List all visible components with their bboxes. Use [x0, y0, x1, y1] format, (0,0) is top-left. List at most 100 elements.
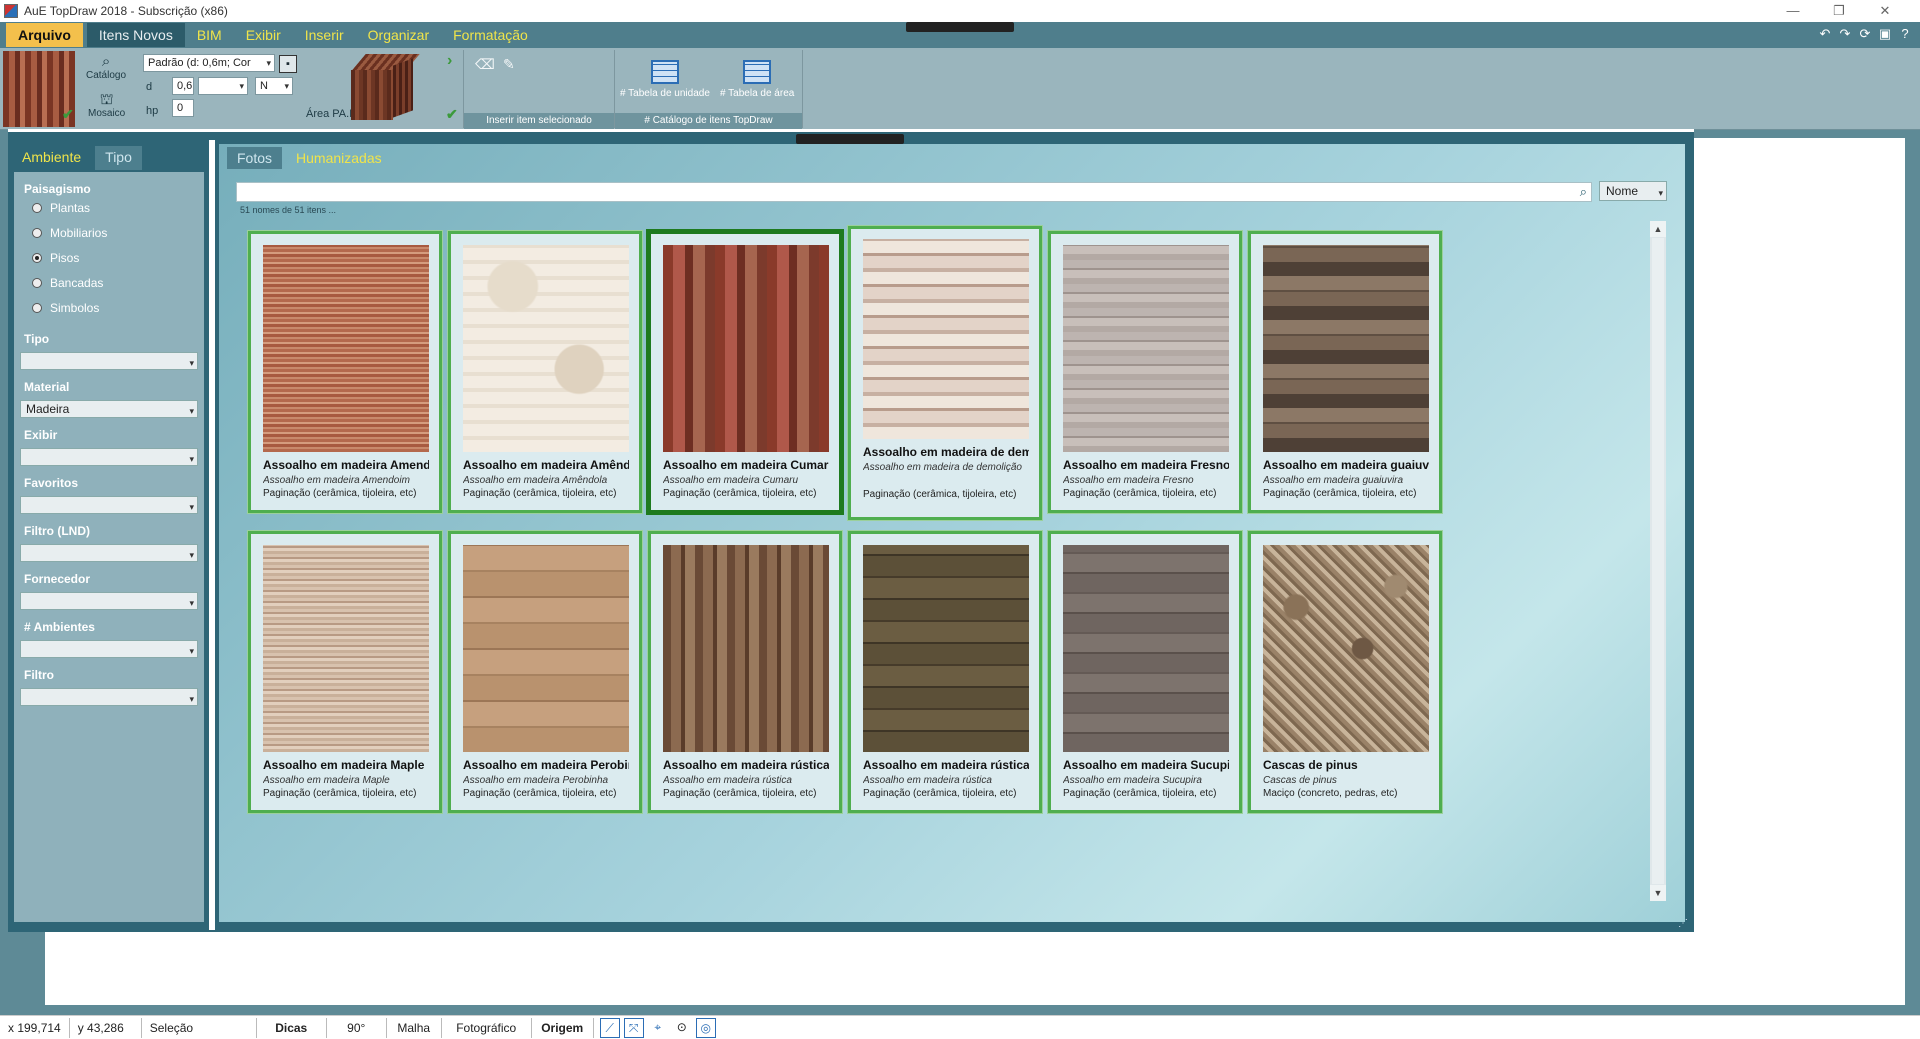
scroll-thumb[interactable]: [1652, 238, 1664, 884]
filter-select-filtro[interactable]: ▾: [20, 688, 198, 706]
hp-input[interactable]: 0: [172, 99, 194, 117]
redo-icon[interactable]: ↷: [1836, 24, 1854, 44]
radio-simbolos[interactable]: Simbolos: [32, 301, 99, 315]
chevron-down-icon: ▾: [189, 406, 194, 416]
snap-line-icon[interactable]: ⟋: [599, 1017, 620, 1038]
vertical-scrollbar[interactable]: ▲ ▼: [1650, 221, 1666, 901]
catalog-item[interactable]: Assoalho em madeira Sucupi Assoalho em m…: [1048, 531, 1242, 813]
tab-humanizadas[interactable]: Humanizadas: [286, 147, 392, 169]
table-icon: [743, 60, 772, 84]
search-icon[interactable]: ⌕: [1580, 184, 1587, 200]
help-icon[interactable]: ?: [1896, 24, 1914, 44]
catalog-item[interactable]: Assoalho em madeira de dem Assoalho em m…: [848, 226, 1042, 520]
window-icon[interactable]: ▣: [1876, 24, 1894, 44]
radio-mobiliarios[interactable]: Mobiliarios: [32, 226, 107, 240]
catalog-item[interactable]: Assoalho em madeira Fresno Assoalho em m…: [1048, 231, 1242, 513]
refresh-icon[interactable]: ⟳: [1856, 24, 1874, 44]
snap-target-icon[interactable]: ◎: [695, 1017, 716, 1038]
status-dicas[interactable]: Dicas: [257, 1017, 327, 1038]
catalog-item[interactable]: Assoalho em madeira Amend Assoalho em ma…: [248, 231, 442, 513]
d-label: d: [146, 81, 153, 93]
undo-icon[interactable]: ↶: [1816, 24, 1834, 44]
search-input[interactable]: ⌕: [236, 182, 1592, 202]
item-subtitle: Assoalho em madeira Maple: [263, 775, 390, 786]
dialog-drag-handle[interactable]: [796, 134, 904, 144]
menu-organizar[interactable]: Organizar: [356, 23, 441, 47]
snap-tangent-icon[interactable]: ⌖: [648, 1018, 668, 1038]
status-angle[interactable]: 90°: [327, 1017, 387, 1038]
filter-select-exibir[interactable]: ▾: [20, 448, 198, 466]
item-subtitle: Assoalho em madeira Amêndola: [463, 475, 608, 486]
filter-label-exibir: Exibir: [24, 428, 58, 442]
radio-plantas[interactable]: Plantas: [32, 201, 90, 215]
resize-grip-icon[interactable]: ⋰: [1678, 918, 1688, 929]
drawing-canvas-bottom[interactable]: [45, 927, 1905, 1005]
catalog-item[interactable]: Assoalho em madeira Cumaru Assoalho em m…: [648, 231, 842, 513]
view-tabs: Fotos Humanizadas: [227, 147, 392, 169]
status-origem[interactable]: Origem: [532, 1017, 594, 1038]
filter-select-lnd[interactable]: ▾: [20, 544, 198, 562]
catalog-item[interactable]: Cascas de pinus Cascas de pinus Maciço (…: [1248, 531, 1442, 813]
tab-fotos[interactable]: Fotos: [227, 147, 283, 169]
status-mode[interactable]: Seleção: [142, 1017, 257, 1038]
menu-inserir[interactable]: Inserir: [293, 23, 356, 47]
catalog-item[interactable]: Assoalho em madeira rústica Assoalho em …: [848, 531, 1042, 813]
radio-label: Pisos: [50, 251, 80, 265]
minimize-icon[interactable]: —: [1770, 0, 1816, 22]
catalog-item[interactable]: Assoalho em madeira Perobir Assoalho em …: [448, 531, 642, 813]
panel-splitter[interactable]: [209, 140, 215, 930]
filter-select-material[interactable]: Madeira ▾: [20, 400, 198, 418]
catalog-item[interactable]: Assoalho em madeira Amênd Assoalho em ma…: [448, 231, 642, 513]
menu-itens-novos[interactable]: Itens Novos: [86, 23, 185, 47]
sort-select[interactable]: Nome ▾: [1599, 181, 1667, 201]
menu-arquivo[interactable]: Arquivo: [6, 23, 83, 47]
menu-exibir[interactable]: Exibir: [234, 23, 293, 47]
tabela-area-button[interactable]: # Tabela de área: [720, 60, 794, 99]
restore-icon[interactable]: ❐: [1816, 0, 1862, 22]
catalog-item[interactable]: Assoalho em madeira guaiuvi Assoalho em …: [1248, 231, 1442, 513]
mosaico-button[interactable]: ⛫ Mosaico: [88, 92, 125, 120]
d-unit-select[interactable]: ▾: [198, 77, 248, 95]
snap-cross-icon[interactable]: ⤧: [623, 1017, 644, 1038]
edit-icon[interactable]: ✎: [503, 56, 515, 73]
tab-tipo[interactable]: Tipo: [95, 146, 142, 170]
catalog-item[interactable]: Assoalho em madeira rústica Assoalho em …: [648, 531, 842, 813]
item-title: Assoalho em madeira guaiuvi: [1263, 458, 1429, 472]
filter-select-ambientes[interactable]: ▾: [20, 640, 198, 658]
menu-drag-handle[interactable]: [906, 22, 1014, 32]
tabela-unidade-button[interactable]: # Tabela de unidade: [620, 60, 710, 99]
confirm-check-icon[interactable]: ✔: [446, 106, 458, 123]
d-input[interactable]: 0,6: [172, 77, 194, 95]
close-icon[interactable]: ✕: [1862, 0, 1908, 22]
scroll-up-icon[interactable]: ▲: [1650, 221, 1666, 237]
pattern-select[interactable]: Padrão (d: 0,6m; Cor ▾: [143, 54, 275, 72]
tabela-unidade-label: # Tabela de unidade: [620, 88, 710, 99]
filter-select-tipo[interactable]: ▾: [20, 352, 198, 370]
tabela-area-label: # Tabela de área: [720, 88, 795, 99]
snap-center-icon[interactable]: ⊙: [672, 1018, 692, 1038]
tab-ambiente[interactable]: Ambiente: [12, 146, 91, 170]
filter-select-fornecedor[interactable]: ▾: [20, 592, 198, 610]
save-icon[interactable]: ▪: [279, 55, 297, 73]
eraser-icon[interactable]: ⌫: [475, 56, 495, 73]
n-select[interactable]: N ▾: [255, 77, 293, 95]
status-y: y 43,286: [70, 1017, 142, 1038]
radio-bancadas[interactable]: Bancadas: [32, 276, 103, 290]
chevron-right-icon[interactable]: ›: [447, 52, 452, 70]
scroll-down-icon[interactable]: ▼: [1650, 885, 1666, 901]
status-malha[interactable]: Malha: [387, 1017, 442, 1038]
catalog-item[interactable]: Assoalho em madeira Maple Assoalho em ma…: [248, 531, 442, 813]
radio-pisos[interactable]: Pisos: [32, 251, 79, 265]
menu-formatacao[interactable]: Formatação: [441, 23, 540, 47]
filter-select-favoritos[interactable]: ▾: [20, 496, 198, 514]
item-subtitle: Assoalho em madeira Sucupira: [1063, 775, 1202, 786]
catalogo-button[interactable]: ⌕ Catálogo: [86, 54, 126, 82]
item-title: Assoalho em madeira de dem: [863, 445, 1029, 459]
radio-icon: [32, 203, 42, 213]
chevron-down-icon: ▾: [189, 502, 194, 512]
item-category: Paginação (cerâmica, tijoleira, etc): [663, 788, 817, 799]
item-title: Assoalho em madeira Sucupi: [1063, 758, 1229, 772]
menu-bim[interactable]: BIM: [185, 23, 234, 47]
item-subtitle: Assoalho em madeira Amendoim: [263, 475, 410, 486]
status-fotografico[interactable]: Fotográfico: [442, 1017, 532, 1038]
